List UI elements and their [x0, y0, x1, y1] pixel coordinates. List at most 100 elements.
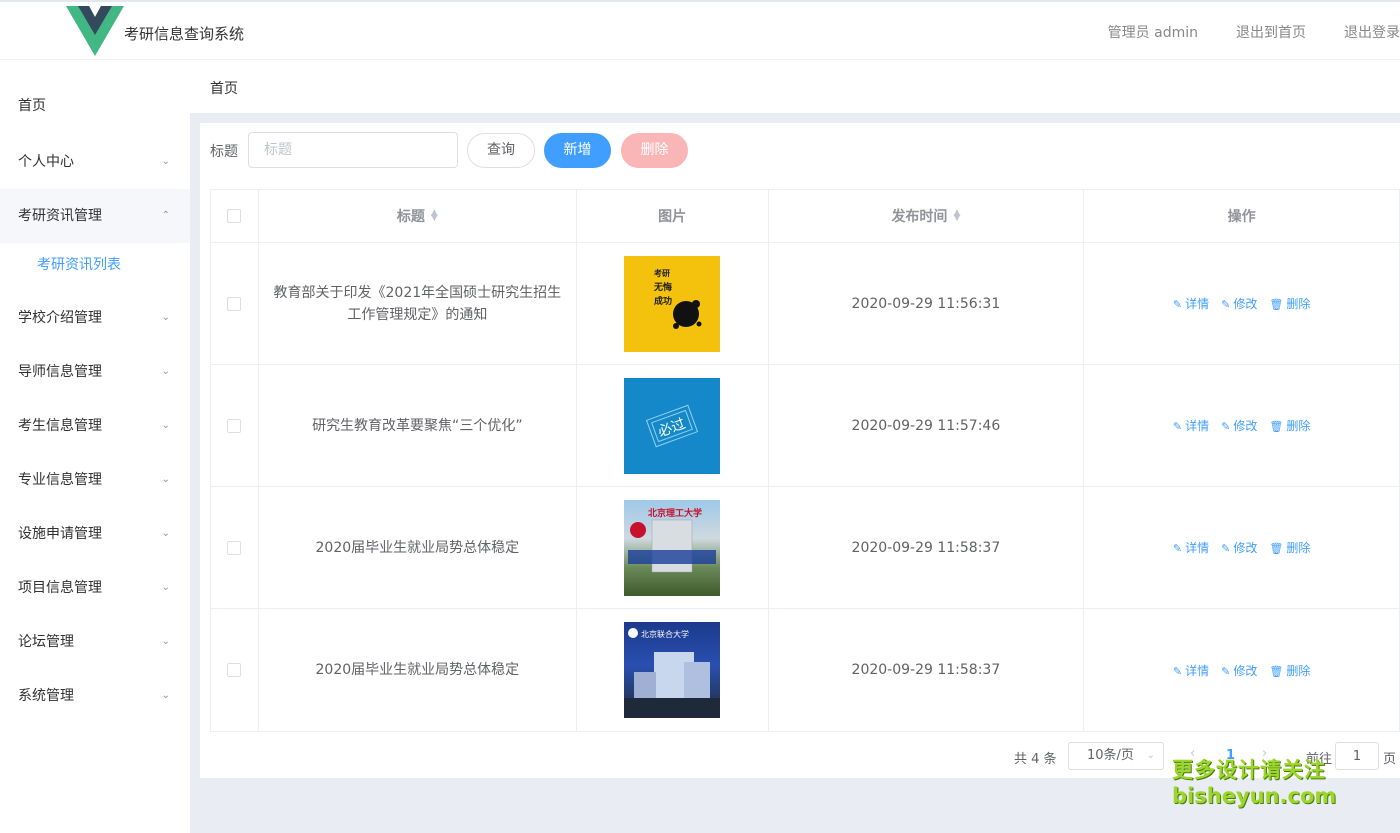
edit-pen-icon: ✎ [1221, 664, 1231, 678]
admin-user-link[interactable]: 管理员 admin [1108, 22, 1198, 42]
sidebar-item-label: 考生信息管理 [18, 418, 102, 434]
table-header-row: 标题 ▲ ▼ 图片 发布时间 ▲ ▼ 操作 [211, 190, 1400, 243]
vue-logo-icon [66, 6, 124, 56]
sidebar-item-tutor-management[interactable]: 导师信息管理 ⌄ [0, 345, 190, 399]
sidebar-item-home[interactable]: 首页 [0, 79, 190, 133]
row-title: 2020届毕业生就业局势总体稳定 [259, 487, 577, 608]
sort-icon[interactable]: ▲ ▼ [431, 209, 438, 223]
news-thumbnail[interactable]: 北京联合大学 [624, 622, 721, 718]
news-thumbnail[interactable]: 必过 [624, 377, 721, 474]
sidebar-item-system-management[interactable]: 系统管理 ⌄ [0, 669, 190, 723]
watermark-line1: 更多设计请关注 [1172, 758, 1326, 782]
sort-icon[interactable]: ▲ ▼ [953, 209, 960, 223]
detail-button[interactable]: ✎ 详情 [1173, 295, 1209, 312]
sidebar-item-candidate-management[interactable]: 考生信息管理 ⌄ [0, 399, 190, 453]
sidebar-item-project-management[interactable]: 项目信息管理 ⌄ [0, 561, 190, 615]
select-all-checkbox[interactable] [227, 209, 242, 223]
logout-link[interactable]: 退出登录 [1344, 22, 1400, 42]
row-delete-button[interactable]: 🗑 删除 [1269, 295, 1310, 312]
list-panel: 标题 查询 新增 删除 标题 ▲▼ 图片 发布时间 ▲▼ 操作 [200, 123, 1400, 778]
breadcrumb[interactable]: 首页 [210, 78, 238, 98]
edit-button[interactable]: ✎ 修改 [1221, 417, 1257, 434]
sidebar-item-major-management[interactable]: 专业信息管理 ⌄ [0, 453, 190, 507]
sidebar-item-label: 考研资讯管理 [18, 208, 102, 224]
delete-button[interactable]: 删除 [621, 133, 688, 168]
news-thumbnail[interactable]: 北京理工大学 [624, 499, 721, 596]
edit-pen-icon: ✎ [1221, 298, 1231, 311]
news-thumbnail[interactable]: 考研 无悔 成功 [624, 255, 721, 352]
sidebar-subitem-news-list[interactable]: 考研资讯列表 [0, 241, 190, 289]
svg-text:无悔: 无悔 [653, 281, 672, 293]
pagination-total: 共 4 条 [1014, 752, 1057, 767]
sidebar-item-label: 专业信息管理 [18, 472, 102, 488]
sidebar: 首页 个人中心 ⌄ 考研资讯管理 ⌃ 考研资讯列表 学校介绍管理 ⌄ 导师信息管… [0, 61, 190, 833]
sidebar-item-forum-management[interactable]: 论坛管理 ⌄ [0, 615, 190, 669]
sidebar-item-school-management[interactable]: 学校介绍管理 ⌄ [0, 291, 190, 345]
edit-pen-icon: ✎ [1172, 298, 1183, 311]
svg-text:北京联合大学: 北京联合大学 [641, 629, 689, 639]
row-checkbox[interactable] [227, 418, 242, 433]
sidebar-item-label: 系统管理 [18, 688, 74, 704]
university-building-icon: 北京联合大学 [624, 628, 721, 718]
sidebar-item-news-management[interactable]: 考研资讯管理 ⌃ [0, 189, 190, 243]
edit-pen-icon: ✎ [1172, 420, 1183, 433]
goto-page-input[interactable] [1335, 742, 1379, 770]
chevron-down-icon: ⌄ [161, 156, 170, 167]
sidebar-item-label: 个人中心 [18, 154, 74, 170]
detail-button[interactable]: ✎ 详情 [1173, 417, 1209, 434]
chevron-down-icon: ⌄ [161, 582, 170, 593]
news-table: 标题 ▲ ▼ 图片 发布时间 ▲ ▼ 操作 教育部关于印发《2021年全国硕士研究生… [210, 189, 1400, 732]
app-title: 考研信息查询系统 [124, 25, 245, 43]
sidebar-item-facility-management[interactable]: 设施申请管理 ⌄ [0, 507, 190, 561]
row-checkbox[interactable] [227, 663, 242, 677]
row-title: 研究生教育改革要聚焦“三个优化” [259, 365, 577, 486]
watermark: 更多设计请关注 bisheyun.com [1172, 757, 1336, 809]
row-delete-button[interactable]: 🗑 删除 [1269, 539, 1310, 556]
edit-button[interactable]: ✎ 修改 [1221, 662, 1257, 679]
row-actions: ✎ 详情 ✎ 修改 🗑 删除 [1173, 539, 1310, 556]
chevron-down-icon: ⌄ [1146, 750, 1155, 761]
row-checkbox[interactable] [227, 540, 242, 555]
title-search-input[interactable] [248, 132, 458, 168]
column-header-time[interactable]: 发布时间 ▲ ▼ [769, 190, 1085, 242]
sidebar-item-label: 论坛管理 [18, 634, 74, 650]
table-row: 研究生教育改革要聚焦“三个优化” 必过 2020-09-29 11:57:46 [211, 365, 1400, 487]
query-button[interactable]: 查询 [467, 133, 535, 168]
stamp-icon: 必过 [646, 404, 699, 447]
page-size-select[interactable]: 10条/页 ⌄ [1068, 742, 1164, 770]
main-content: 首页 标题 查询 新增 删除 标题 ▲▼ 图片 发布时间 ▲▼ 操作 [190, 61, 1400, 833]
column-header-actions: 操作 [1084, 190, 1400, 242]
row-title: 教育部关于印发《2021年全国硕士研究生招生工作管理规定》的通知 [259, 243, 577, 364]
chevron-down-icon: ⌄ [161, 312, 170, 323]
trash-icon: 🗑 [1269, 298, 1284, 311]
chevron-down-icon: ⌄ [161, 366, 170, 377]
svg-text:北京理工大学: 北京理工大学 [648, 507, 702, 519]
detail-button[interactable]: ✎ 详情 [1173, 539, 1209, 556]
edit-pen-icon: ✎ [1221, 420, 1231, 433]
row-time: 2020-09-29 11:58:37 [769, 609, 1085, 731]
chevron-down-icon: ⌄ [161, 420, 170, 431]
sidebar-item-personal-center[interactable]: 个人中心 ⌄ [0, 135, 190, 189]
column-header-title[interactable]: 标题 ▲ ▼ [259, 190, 577, 242]
table-row: 2020届毕业生就业局势总体稳定 北京理工大学 2020-09-29 11:58… [211, 487, 1400, 609]
trash-icon: 🗑 [1269, 542, 1284, 555]
row-title: 2020届毕业生就业局势总体稳定 [259, 609, 577, 731]
row-time: 2020-09-29 11:58:37 [769, 487, 1085, 608]
trash-icon: 🗑 [1269, 420, 1284, 433]
edit-pen-icon: ✎ [1172, 542, 1183, 555]
add-button[interactable]: 新增 [544, 133, 611, 168]
edit-button[interactable]: ✎ 修改 [1221, 539, 1257, 556]
edit-pen-icon: ✎ [1221, 542, 1231, 555]
sidebar-item-label: 设施申请管理 [18, 526, 102, 542]
sidebar-item-label: 导师信息管理 [18, 364, 102, 380]
detail-button[interactable]: ✎ 详情 [1173, 662, 1209, 679]
row-delete-button[interactable]: 🗑 删除 [1269, 417, 1310, 434]
edit-button[interactable]: ✎ 修改 [1221, 295, 1257, 312]
back-home-link[interactable]: 退出到首页 [1236, 22, 1306, 42]
column-header-image: 图片 [577, 190, 769, 242]
row-actions: ✎ 详情 ✎ 修改 🗑 删除 [1173, 295, 1310, 312]
row-checkbox[interactable] [227, 296, 242, 311]
chevron-down-icon: ⌄ [161, 636, 170, 647]
row-delete-button[interactable]: 🗑 删除 [1269, 662, 1310, 679]
top-header: 考研信息查询系统 管理员 admin 退出到首页 退出登录 [0, 0, 1400, 60]
